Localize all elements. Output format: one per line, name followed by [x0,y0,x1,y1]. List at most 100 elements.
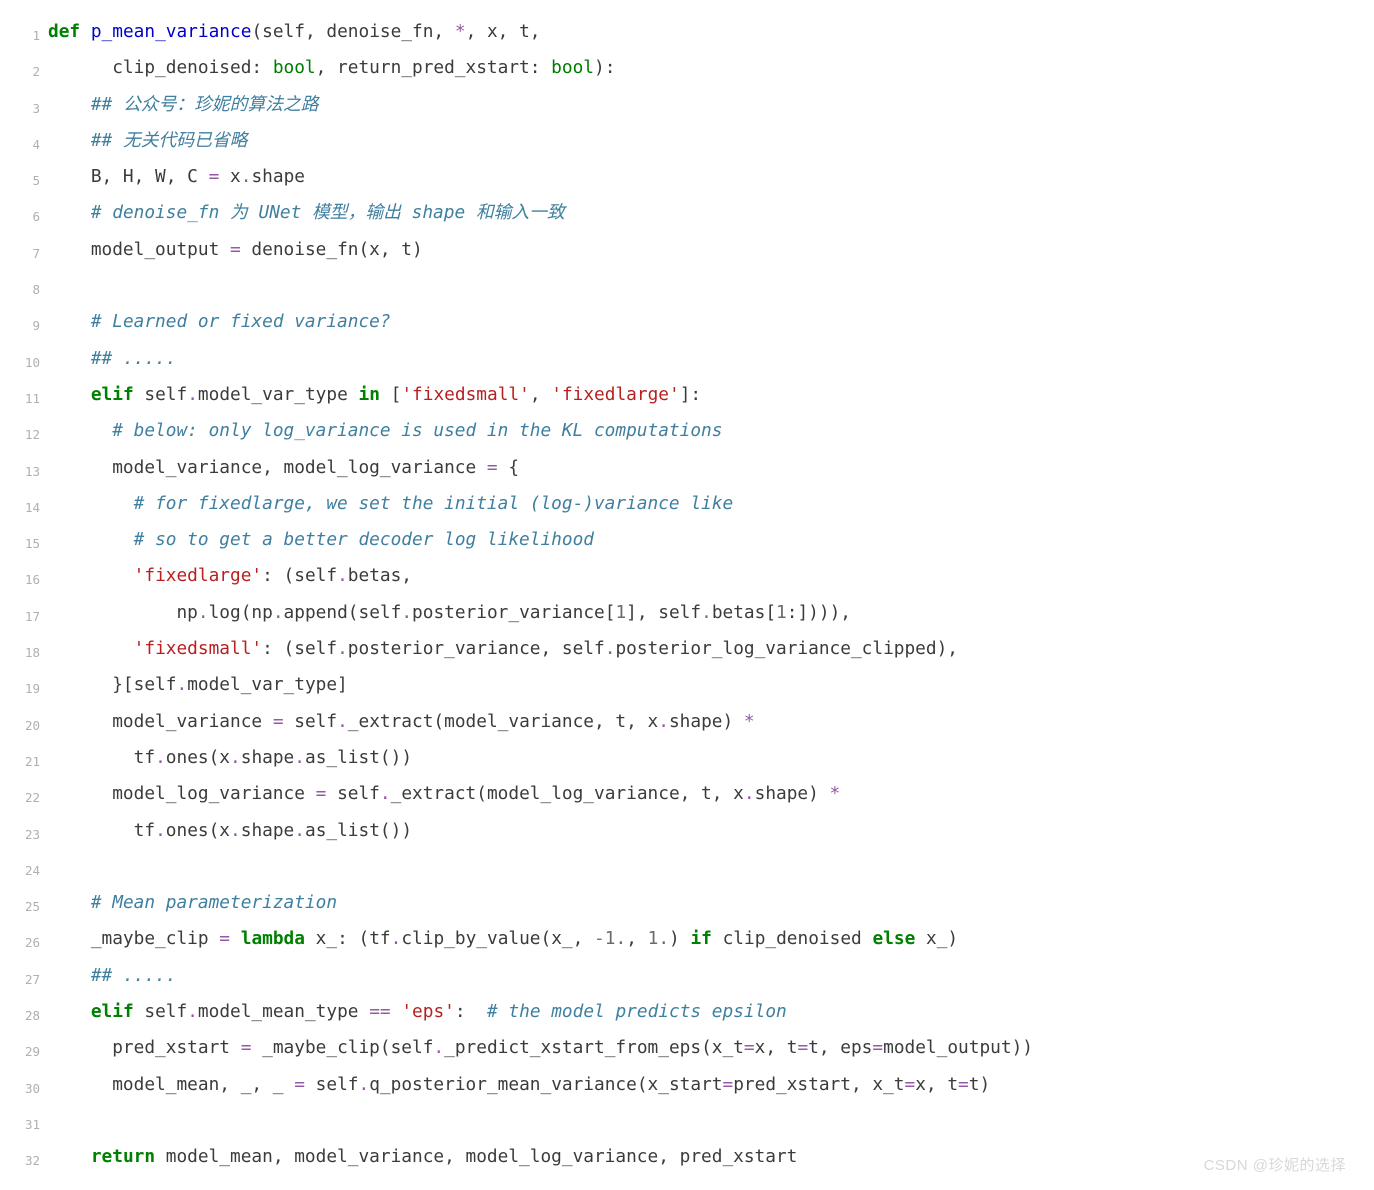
code-token: , [626,928,647,949]
code-token: # Learned or fixed variance? [91,311,391,332]
code-token: = [219,928,230,949]
code-token: = [209,166,220,187]
code-token [48,856,59,877]
code-token [48,1001,91,1022]
line-number: 30 [6,1076,40,1102]
code-token: q_posterior_mean_variance(x_start [369,1074,722,1095]
code-token: , x, t, [466,21,541,42]
code-token: . [155,820,166,841]
code-line: 28 elif self.model_mean_type == 'eps': #… [48,994,1374,1030]
code-token: * [455,21,466,42]
code-token: append(self [284,602,402,623]
line-number: 19 [6,676,40,702]
line-number: 26 [6,930,40,956]
code-token: _maybe_clip [48,928,219,949]
line-number: 16 [6,567,40,593]
code-line: 25 # Mean parameterization [48,885,1374,921]
line-number: 31 [6,1112,40,1138]
code-token: shape [241,747,295,768]
code-line: 17 np.log(np.append(self.posterior_varia… [48,595,1374,631]
code-token: posterior_variance[ [412,602,615,623]
code-token: model_log_variance [48,783,316,804]
code-token: ## ..... [91,965,177,986]
code-token [48,130,91,151]
code-token: # denoise_fn 为 UNet 模型，输出 shape 和输入一致 [91,202,565,223]
code-token: pred_xstart [48,1037,241,1058]
code-line: 5 B, H, W, C = x.shape [48,159,1374,195]
line-number: 18 [6,640,40,666]
code-token: = [722,1074,733,1095]
code-line: 8 [48,268,1374,304]
code-token: = [958,1074,969,1095]
code-token: . [187,384,198,405]
code-line: 24 [48,849,1374,885]
code-token: = [872,1037,883,1058]
code-token: . [273,602,284,623]
code-token: x_) [915,928,958,949]
code-line: 9 # Learned or fixed variance? [48,304,1374,340]
code-token: (self, denoise_fn, [251,21,454,42]
line-number: 11 [6,386,40,412]
code-token [391,1001,402,1022]
code-token: np [48,602,198,623]
code-token [48,384,91,405]
code-token: model_var_type [198,384,359,405]
code-token: as_list()) [305,747,412,768]
line-number: 2 [6,59,40,85]
code-token: t, eps [808,1037,872,1058]
line-number: 8 [6,277,40,303]
code-token: . [744,783,755,804]
code-token: . [241,166,252,187]
code-token [48,94,91,115]
code-token: . [433,1037,444,1058]
code-token: bool [273,57,316,78]
line-number: 7 [6,241,40,267]
code-token: = [797,1037,808,1058]
code-token [48,202,91,223]
code-token [48,311,91,332]
watermark: CSDN @珍妮的选择 [1204,1151,1346,1182]
code-token: _predict_xstart_from_eps(x_t [444,1037,744,1058]
code-token: model_var_type] [187,674,348,695]
code-token: x [219,166,240,187]
code-line: 31 [48,1103,1374,1139]
code-token: if [690,928,711,949]
code-token: 1. [648,928,669,949]
code-token: . [155,747,166,768]
code-token: . [605,638,616,659]
code-token: 1 [615,602,626,623]
code-token: . [358,1074,369,1095]
code-line: 11 elif self.model_var_type in ['fixedsm… [48,377,1374,413]
code-line: 30 model_mean, _, _ = self.q_posterior_m… [48,1067,1374,1103]
line-number: 23 [6,822,40,848]
code-token: . [294,820,305,841]
code-token [48,275,59,296]
code-token: : [455,1001,487,1022]
code-token: model_output [48,239,230,260]
code-token: x_: (tf [305,928,391,949]
code-token: = [905,1074,916,1095]
line-number: 13 [6,459,40,485]
code-token: :]))), [787,602,851,623]
code-token: model_output)) [883,1037,1033,1058]
line-number: 25 [6,894,40,920]
code-token: ]: [680,384,701,405]
line-number: 24 [6,858,40,884]
code-token: betas, [348,565,412,586]
code-line: 1def p_mean_variance(self, denoise_fn, *… [48,14,1374,50]
code-token: model_mean, _, _ [48,1074,294,1095]
code-token: self [284,711,338,732]
code-token: == [369,1001,390,1022]
code-token: [ [380,384,401,405]
code-token: . [401,602,412,623]
code-token: x, t [755,1037,798,1058]
code-token: = [230,239,241,260]
code-line: 10 ## ..... [48,341,1374,377]
code-token: # below: only log_variance is used in th… [112,420,722,441]
code-token [48,529,134,550]
code-token: . [337,638,348,659]
code-token [48,892,91,913]
code-token: . [176,674,187,695]
code-line: 27 ## ..... [48,958,1374,994]
code-token: : (self [262,565,337,586]
